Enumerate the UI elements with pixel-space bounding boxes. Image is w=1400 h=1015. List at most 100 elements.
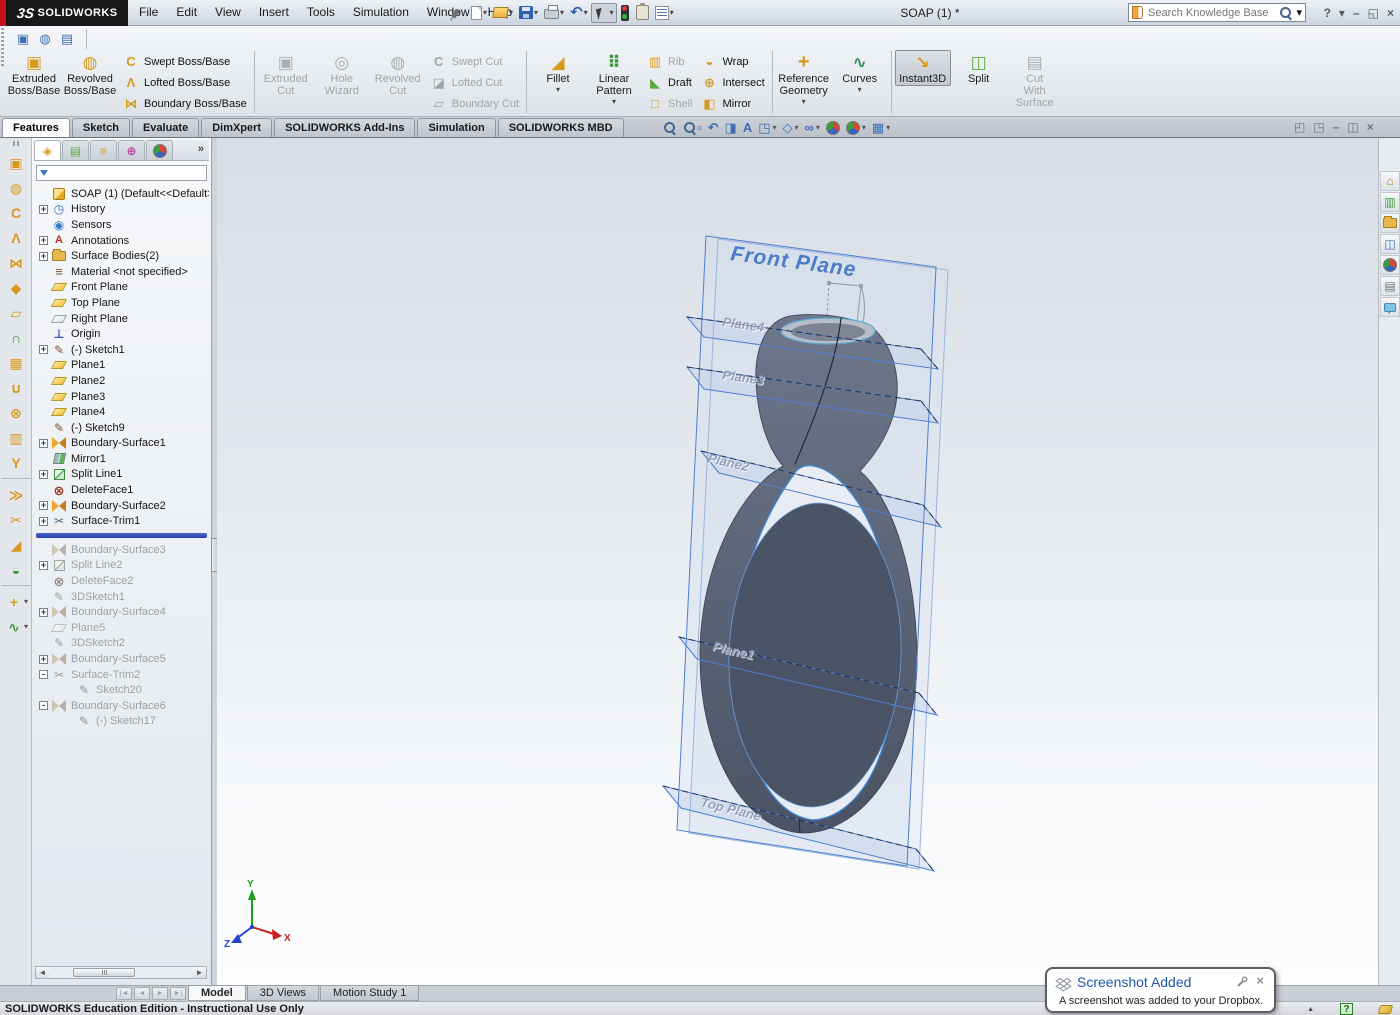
command-tab[interactable]: Sketch — [71, 118, 130, 137]
trim-surface-icon[interactable]: ✂ — [2, 507, 30, 532]
command-tab[interactable]: SOLIDWORKS MBD — [497, 118, 624, 137]
ribbon-stack-button[interactable]: Mirror — [700, 94, 764, 113]
tree-item[interactable]: + Split Line2 — [34, 558, 209, 574]
offset-surface-icon[interactable]: ◆ — [2, 275, 30, 300]
menu-item[interactable]: Edit — [167, 0, 206, 25]
boundary-surface-icon[interactable]: ⋈ — [2, 250, 30, 275]
lofted-surface-icon[interactable]: Λ — [2, 225, 30, 250]
expand-toggle[interactable]: + — [39, 501, 48, 511]
file-explorer-tab[interactable] — [1380, 213, 1400, 233]
tree-item[interactable]: 3DSketch1 — [34, 589, 209, 605]
expand-toggle[interactable]: - — [39, 701, 48, 711]
freeform-icon[interactable]: ∩ — [2, 325, 30, 350]
toolbar-grip[interactable] — [13, 141, 19, 146]
study-tab[interactable]: Model — [188, 986, 246, 1001]
minimize-button[interactable]: – — [1353, 6, 1360, 20]
split-button[interactable]: Split ▾ — [951, 50, 1007, 85]
study-tab[interactable]: Motion Study 1 — [320, 986, 420, 1001]
tree-item[interactable]: - Surface-Trim2 — [34, 667, 209, 683]
expand-toggle[interactable]: + — [39, 204, 48, 214]
tree-item[interactable]: Right Plane — [34, 311, 209, 327]
tree-item[interactable]: Plane4 — [34, 404, 209, 420]
cut-with-surface-button[interactable]: Cut With Surface ▾ — [1007, 50, 1063, 109]
ribbon-stack-button[interactable]: Lofted Boss/Base — [122, 73, 247, 92]
section-view-icon[interactable]: ◨ — [725, 119, 737, 136]
feature-tree-filter-input[interactable] — [51, 166, 203, 180]
ribbon-block[interactable]: ▾ — [769, 50, 776, 114]
tree-horizontal-scrollbar[interactable]: ◄ ► — [35, 966, 207, 979]
solidworks-forum-tab[interactable] — [1380, 297, 1400, 317]
delete-face-icon[interactable]: ⊗ — [2, 400, 30, 425]
extruded-cut-button[interactable]: Extruded Cut ▾ — [258, 50, 314, 97]
custom-properties-tab[interactable]: ▤ — [1380, 276, 1400, 296]
flex-icon[interactable]: ∪ — [2, 375, 30, 400]
doc-minimize-icon[interactable]: – — [1333, 120, 1340, 134]
statusbar-expand-icon[interactable]: ▲ — [1307, 1006, 1314, 1013]
tree-item[interactable]: Sensors — [34, 217, 209, 233]
hole-wizard-button[interactable]: Hole Wizard ▾ — [314, 50, 370, 97]
menu-item[interactable]: File — [130, 0, 167, 25]
expand-toggle[interactable]: + — [39, 345, 48, 355]
tree-item[interactable]: Top Plane — [34, 295, 209, 311]
dropdown-arrow-icon[interactable]: ▾ — [612, 98, 616, 106]
command-tab[interactable]: DimXpert — [201, 118, 273, 137]
ribbon-block[interactable]: ▾ — [888, 50, 895, 114]
featuremanager-tree-tab[interactable]: ◈ — [34, 140, 61, 160]
curves-icon[interactable]: ∿ ▾ — [2, 614, 30, 639]
addin-icon-2[interactable]: ◍ — [36, 31, 54, 48]
graphics-viewport[interactable]: Front Plane Plane4 Plane3 Plane2 Plane1 … — [217, 138, 1378, 985]
rollback-bar[interactable] — [36, 533, 207, 539]
tree-item[interactable]: + History — [34, 202, 209, 218]
dropdown-arrow-icon[interactable]: ▾ — [802, 98, 806, 106]
tag-icon[interactable] — [1377, 1004, 1394, 1014]
tree-item[interactable]: Plane1 — [34, 358, 209, 374]
ribbon-stack-button[interactable]: Swept Boss/Base — [122, 52, 247, 71]
tree-item[interactable]: Plane2 — [34, 373, 209, 389]
new-document-button[interactable]: ▾ — [468, 3, 490, 23]
ribbon-stack-button[interactable]: Wrap — [700, 52, 764, 71]
hide-show-items-icon[interactable]: ∞ ▾ — [805, 119, 820, 136]
extruded-boss-base-button[interactable]: Extruded Boss/Base ▾ — [6, 50, 62, 97]
close-button[interactable]: × — [1387, 6, 1394, 20]
toolbar-grip[interactable] — [1, 28, 4, 68]
print-button[interactable]: ▾ — [541, 3, 567, 23]
dropdown-arrow-icon[interactable]: ▾ — [858, 86, 862, 94]
display-style-icon[interactable]: ◇ ▾ — [783, 119, 799, 136]
restore-button[interactable]: ◱ — [1368, 6, 1379, 20]
search-input[interactable] — [1146, 5, 1277, 20]
tree-item[interactable]: + Surface-Trim1 — [34, 513, 209, 529]
tree-item[interactable]: + Surface Bodies(2) — [34, 248, 209, 264]
linear-pattern-button[interactable]: Linear Pattern ▾ — [586, 50, 642, 106]
scroll-left-arrow-icon[interactable]: ◄ — [36, 967, 49, 978]
viewport-3d-scene[interactable]: Front Plane Plane4 Plane3 Plane2 Plane1 … — [217, 138, 1378, 985]
command-tab[interactable]: Features — [2, 118, 70, 137]
tree-item[interactable]: Plane3 — [34, 389, 209, 405]
search-dropdown-icon[interactable]: ▾ — [1296, 6, 1302, 19]
tree-item[interactable]: (-) Sketch9 — [34, 420, 209, 436]
expand-toggle[interactable]: + — [39, 560, 48, 570]
tree-item[interactable]: + Split Line1 — [34, 467, 209, 483]
replace-face-icon[interactable]: ▥ — [2, 425, 30, 450]
propertymanager-tab[interactable]: ▤ — [62, 140, 89, 160]
extruded-surface-icon[interactable]: ▣ — [2, 150, 30, 175]
command-tab[interactable]: SOLIDWORKS Add-Ins — [274, 118, 416, 137]
dropdown-arrow-icon[interactable]: ▾ — [556, 86, 560, 94]
addin-icon-1[interactable]: ▣ — [14, 31, 32, 48]
first-tab-button[interactable]: |◄ — [116, 987, 132, 1000]
knit-surface-icon[interactable]: ▦ — [2, 350, 30, 375]
menu-item[interactable]: Simulation — [344, 0, 418, 25]
fillet-surface-icon[interactable]: ◢ — [2, 532, 30, 557]
pin-menu-icon[interactable] — [447, 5, 463, 21]
tree-item[interactable]: Plane5 — [34, 620, 209, 636]
tree-item[interactable]: Mirror1 — [34, 451, 209, 467]
revolved-boss-base-button[interactable]: Revolved Boss/Base ▾ — [62, 50, 118, 97]
tree-item[interactable]: + Boundary-Surface2 — [34, 498, 209, 514]
expand-toggle[interactable]: - — [39, 670, 48, 680]
ribbon-stack-button[interactable]: Intersect — [700, 73, 764, 92]
display-settings-button[interactable]: ▾ — [652, 3, 677, 23]
tree-item[interactable]: DeleteFace2 — [34, 573, 209, 589]
command-tab[interactable]: Simulation — [417, 118, 496, 137]
scroll-right-arrow-icon[interactable]: ► — [193, 967, 206, 978]
appearances-scenes-tab[interactable] — [1380, 255, 1400, 275]
previous-view-icon[interactable]: ↶ — [708, 119, 719, 136]
